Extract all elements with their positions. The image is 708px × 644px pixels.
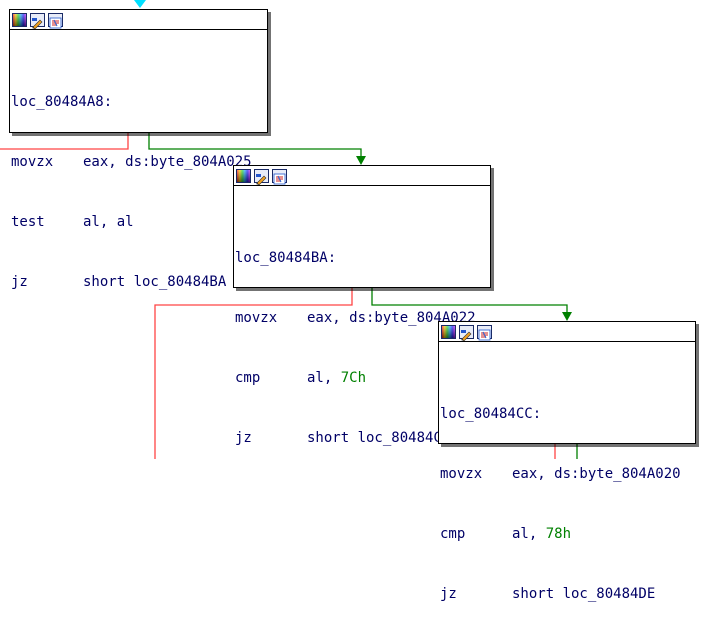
operands: short loc_80484DE xyxy=(512,586,656,602)
instruction-line[interactable]: movzx eax, ds:byte_804A025 xyxy=(11,152,267,172)
operands: eax, ds:byte_804A025 xyxy=(83,154,252,170)
operands: al, xyxy=(307,370,341,386)
mnemonic: test xyxy=(11,214,45,230)
block-label[interactable]: loc_80484CC: xyxy=(440,404,695,424)
color-palette-icon[interactable] xyxy=(236,168,251,183)
edge-true-1-arrowhead xyxy=(356,156,366,165)
instruction-line[interactable]: jz short loc_80484BA xyxy=(11,272,267,292)
mnemonic: cmp xyxy=(235,370,261,386)
edge-true-2-arrowhead xyxy=(562,312,572,321)
rename-pencil-icon[interactable] xyxy=(30,12,45,29)
mnemonic: movzx xyxy=(440,466,483,482)
mnemonic: jz xyxy=(11,274,28,290)
block-code: loc_80484A8: movzx eax, ds:byte_804A025 t… xyxy=(10,30,267,332)
instruction-line[interactable]: movzx eax, ds:byte_804A020 xyxy=(440,464,695,484)
immediate-value: 7Ch xyxy=(340,370,367,386)
block-header xyxy=(10,10,267,30)
block-header xyxy=(439,322,695,342)
group-nodes-icon[interactable] xyxy=(477,324,492,340)
block-code: loc_80484CC: movzx eax, ds:byte_804A020 c… xyxy=(439,342,695,644)
mnemonic: movzx xyxy=(11,154,54,170)
code-block-loc-80484ba[interactable]: loc_80484BA: movzx eax, ds:byte_804A022 c… xyxy=(233,165,491,446)
instruction-line[interactable]: cmp al, 78h xyxy=(440,524,695,544)
operands: al, xyxy=(512,526,546,542)
rename-pencil-icon[interactable] xyxy=(459,324,474,341)
mnemonic: cmp xyxy=(440,526,466,542)
instruction-line[interactable]: jz short loc_80484DE xyxy=(440,584,695,604)
mnemonic: jz xyxy=(235,430,252,446)
rename-pencil-icon[interactable] xyxy=(254,168,269,185)
instruction-line[interactable]: test al, al xyxy=(11,212,267,232)
code-block-loc-80484cc[interactable]: loc_80484CC: movzx eax, ds:byte_804A020 c… xyxy=(438,321,696,602)
mnemonic: movzx xyxy=(235,310,278,326)
code-block-loc-80484a8[interactable]: loc_80484A8: movzx eax, ds:byte_804A025 t… xyxy=(9,9,268,290)
immediate-value: 78h xyxy=(545,526,572,542)
block-label[interactable]: loc_80484BA: xyxy=(235,248,490,268)
block-header xyxy=(234,166,490,186)
operands: short loc_80484BA xyxy=(83,274,227,290)
group-nodes-icon[interactable] xyxy=(48,12,63,28)
mnemonic: jz xyxy=(440,586,457,602)
block-label[interactable]: loc_80484A8: xyxy=(11,92,267,112)
operands: eax, ds:byte_804A020 xyxy=(512,466,681,482)
color-palette-icon[interactable] xyxy=(12,12,27,27)
group-nodes-icon[interactable] xyxy=(272,168,287,184)
operands: short loc_80484CC xyxy=(307,430,451,446)
color-palette-icon[interactable] xyxy=(441,324,456,339)
edge-incoming-arrowhead xyxy=(134,0,146,8)
operands: al, al xyxy=(83,214,134,230)
graph-view[interactable]: loc_80484A8: movzx eax, ds:byte_804A025 t… xyxy=(0,0,708,602)
